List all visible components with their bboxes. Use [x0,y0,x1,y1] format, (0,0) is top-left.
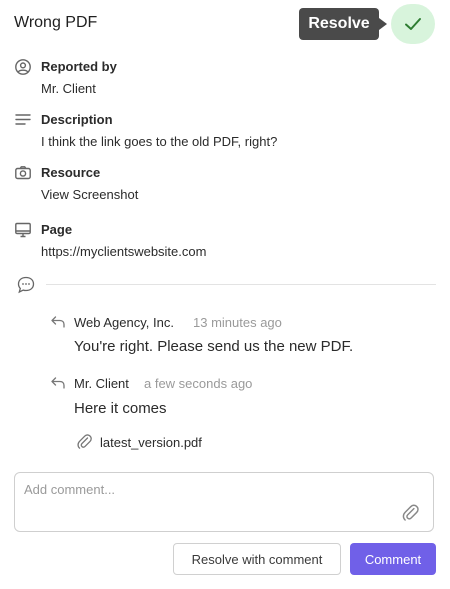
resolve-button[interactable] [391,4,435,44]
chat-bubble-icon [17,276,35,294]
page-label: Page [41,222,73,237]
resource-label: Resource [41,165,101,180]
comment-composer [14,472,434,532]
view-screenshot-link[interactable]: View Screenshot [41,187,138,202]
issue-title: Wrong PDF [14,14,98,31]
description-value: I think the link goes to the old PDF, ri… [41,134,278,149]
resolve-tooltip: Resolve [299,8,379,40]
page-url[interactable]: https://myclientswebsite.com [41,244,206,259]
resolve-with-comment-button[interactable]: Resolve with comment [173,543,341,575]
reported-by-label: Reported by [41,59,117,74]
monitor-icon [15,222,31,238]
comment-button[interactable]: Comment [350,543,436,575]
reply-icon [51,377,65,389]
comment-input[interactable] [24,482,394,522]
description-label: Description [41,112,113,127]
comment-author: Web Agency, Inc. [74,315,174,330]
camera-icon [15,166,31,180]
tooltip-arrow [379,18,387,30]
comment-time: a few seconds ago [144,376,253,391]
comments-divider [46,284,436,285]
comment-text: Here it comes [74,400,167,417]
attachment-link[interactable]: latest_version.pdf [100,435,202,450]
comment-text: You're right. Please send us the new PDF… [74,338,354,355]
checkmark-icon [405,18,421,30]
comment-time: 13 minutes ago [193,315,282,330]
attach-file-icon[interactable] [401,502,419,522]
paperclip-icon [77,434,92,449]
text-lines-icon [15,114,31,125]
comment-author: Mr. Client [74,376,129,391]
reply-icon [51,316,65,328]
reported-by-value: Mr. Client [41,81,96,96]
user-circle-icon [15,59,31,75]
